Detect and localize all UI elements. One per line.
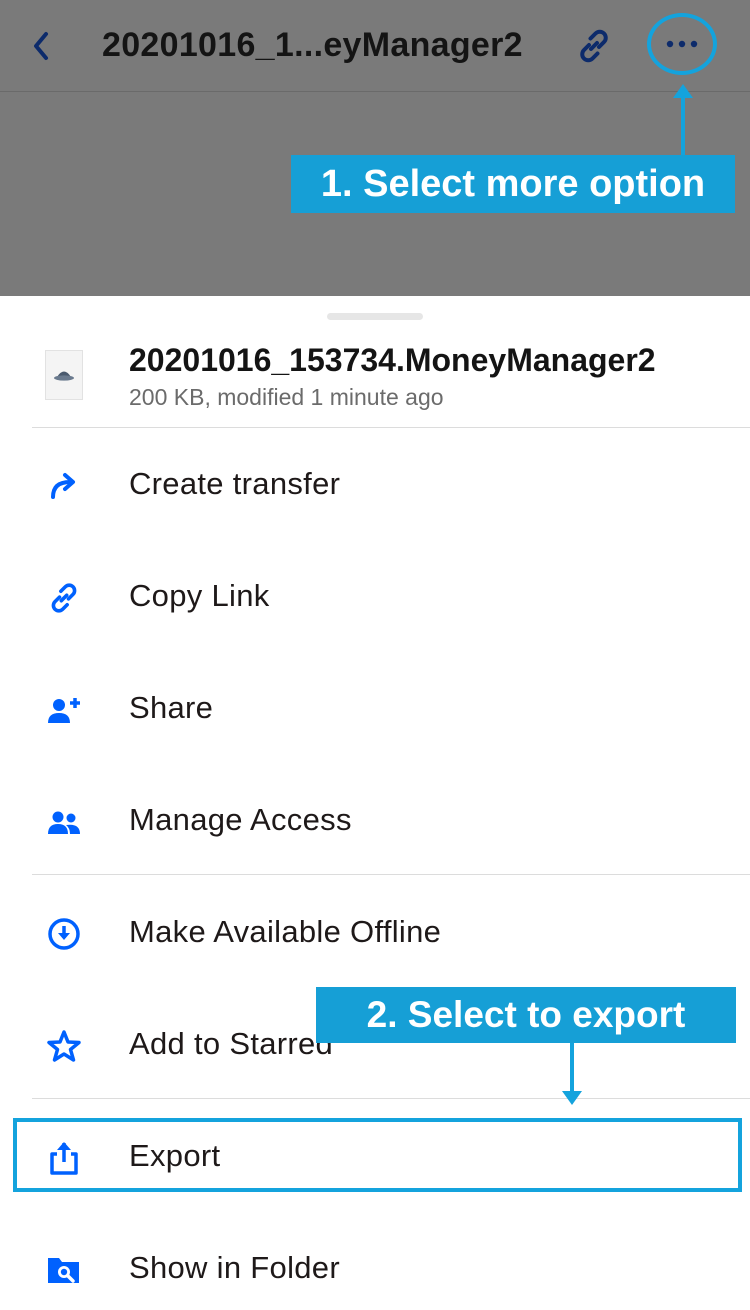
menu-item-copy-link[interactable]: Copy Link (0, 558, 750, 638)
file-name: 20201016_153734.MoneyManager2 (129, 342, 656, 378)
annotation-arrow-head (562, 1091, 582, 1105)
share-arrow-icon (44, 466, 84, 506)
menu-item-label: Add to Starred (129, 1026, 334, 1061)
menu-item-label: Make Available Offline (129, 914, 442, 949)
annotation-step2: 2. Select to export (316, 987, 736, 1043)
top-bar-overlay: 20201016_1...eyManager2 1. Select more o… (0, 0, 750, 296)
menu-item-label: Share (129, 690, 214, 725)
folder-search-icon (44, 1250, 84, 1290)
menu-item-label: Show in Folder (129, 1250, 340, 1285)
header-divider (0, 91, 750, 92)
menu-item-create-transfer[interactable]: Create transfer (0, 446, 750, 526)
annotation-arrow (570, 1043, 574, 1093)
menu-item-label: Copy Link (129, 578, 270, 613)
more-options-button[interactable] (647, 13, 717, 75)
person-add-icon (44, 690, 84, 730)
sheet-grabber[interactable] (327, 313, 423, 320)
page-title: 20201016_1...eyManager2 (102, 26, 523, 64)
file-thumbnail (45, 350, 83, 400)
link-icon (44, 578, 84, 618)
divider (32, 1098, 750, 1099)
chevron-left-icon (34, 32, 48, 60)
annotation-arrow (681, 94, 685, 156)
people-icon (44, 802, 84, 842)
file-meta: 200 KB, modified 1 minute ago (129, 384, 444, 410)
menu-item-manage-access[interactable]: Manage Access (0, 782, 750, 862)
link-icon (580, 29, 608, 63)
annotation-export-highlight (13, 1118, 742, 1192)
divider (32, 427, 750, 428)
copy-link-button[interactable] (574, 26, 614, 66)
menu-item-label: Manage Access (129, 802, 352, 837)
menu-item-show-in-folder[interactable]: Show in Folder (0, 1230, 750, 1310)
file-icon (54, 371, 74, 381)
menu-item-share[interactable]: Share (0, 670, 750, 750)
download-circle-icon (44, 914, 84, 954)
annotation-step1: 1. Select more option (291, 155, 735, 213)
menu-item-make-available-offline[interactable]: Make Available Offline (0, 894, 750, 974)
back-button[interactable] (26, 28, 56, 64)
action-sheet: 20201016_153734.MoneyManager2 200 KB, mo… (0, 296, 750, 1297)
star-icon (44, 1026, 84, 1066)
menu-item-label: Create transfer (129, 466, 341, 501)
more-horizontal-icon (666, 40, 698, 48)
divider (32, 874, 750, 875)
